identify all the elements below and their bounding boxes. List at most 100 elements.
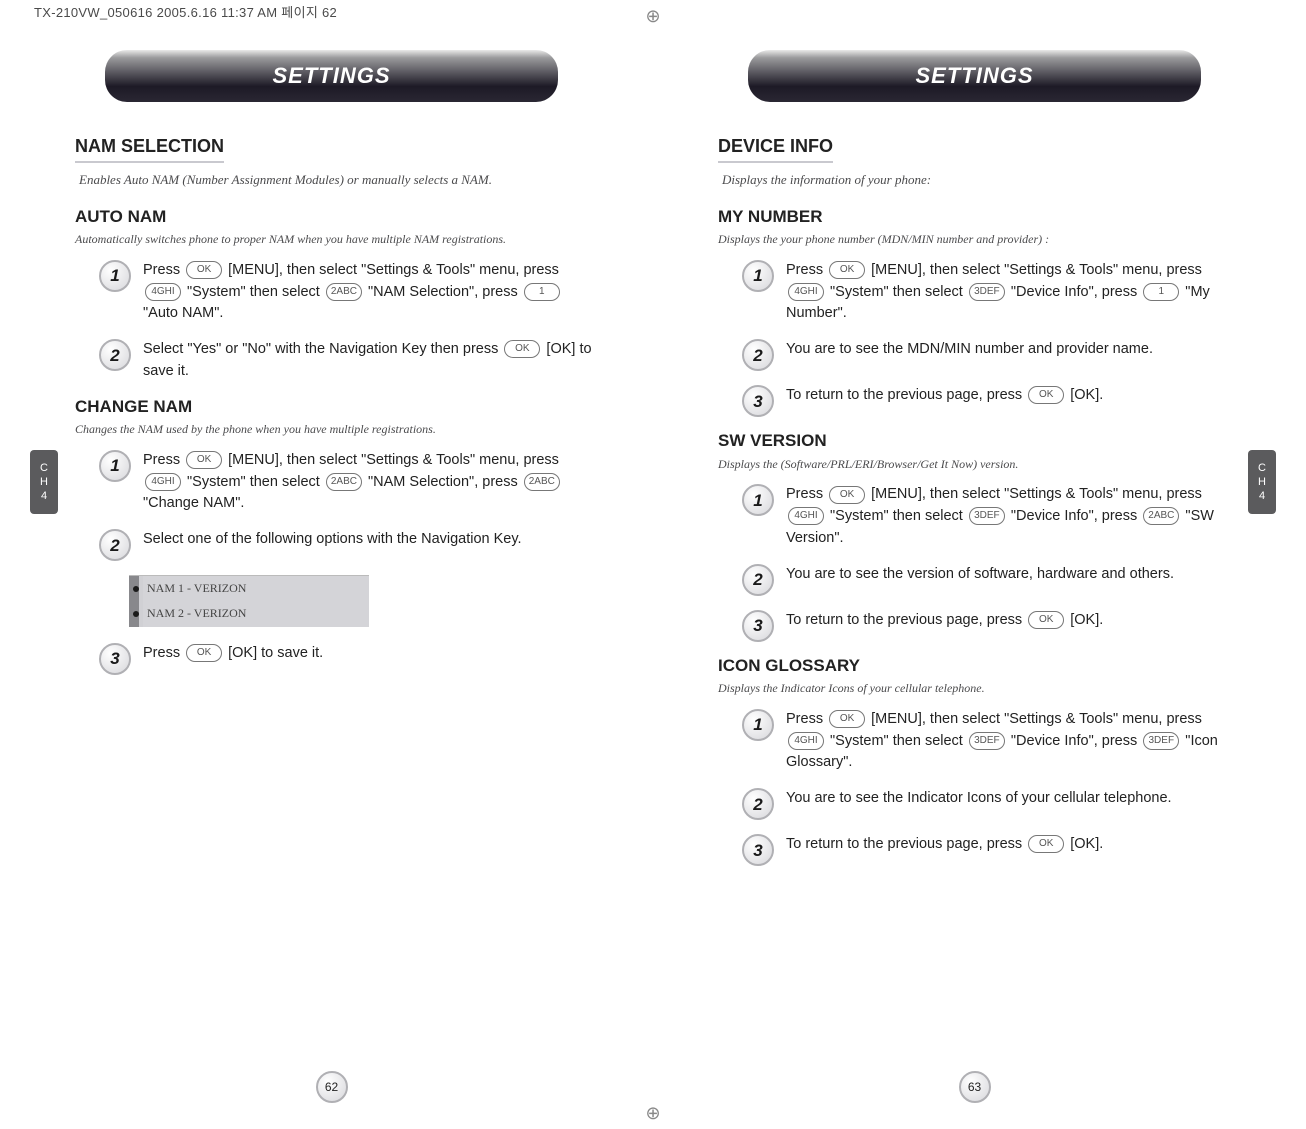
key-3-icon: 3DEF: [969, 732, 1005, 750]
page-left: C H 4 SETTINGS NAM SELECTION Enables Aut…: [30, 20, 633, 1129]
step: 2 You are to see the Indicator Icons of …: [742, 788, 1241, 820]
subhead-desc: Changes the NAM used by the phone when y…: [75, 421, 595, 438]
list-item: NAM 2 - VERIZON: [129, 601, 369, 626]
step-number-badge: 3: [742, 385, 774, 417]
step-text: To return to the previous page, press OK…: [786, 834, 1103, 856]
step: 3 To return to the previous page, press …: [742, 385, 1241, 417]
key-ok-icon: OK: [504, 340, 540, 358]
registration-mark-top: ⊕: [638, 6, 668, 26]
step: 2 You are to see the MDN/MIN number and …: [742, 339, 1241, 371]
step-text: Press OK [MENU], then select "Settings &…: [143, 450, 598, 515]
key-4-icon: 4GHI: [145, 473, 181, 491]
step: 2 Select "Yes" or "No" with the Navigati…: [99, 339, 598, 383]
key-ok-icon: OK: [1028, 835, 1064, 853]
key-3-icon: 3DEF: [969, 507, 1005, 525]
options-box: NAM 1 - VERIZON NAM 2 - VERIZON: [129, 575, 369, 626]
step-number-badge: 2: [742, 564, 774, 596]
step-text: Press OK [MENU], then select "Settings &…: [786, 709, 1241, 774]
step-number-badge: 3: [742, 834, 774, 866]
key-2-icon: 2ABC: [524, 473, 560, 491]
key-4-icon: 4GHI: [788, 507, 824, 525]
step-text: Press OK [MENU], then select "Settings &…: [786, 260, 1241, 325]
ch-letter: H: [30, 477, 58, 488]
key-ok-icon: OK: [1028, 611, 1064, 629]
subhead-desc: Displays the (Software/PRL/ERI/Browser/G…: [718, 456, 1238, 473]
step: 3 Press OK [OK] to save it.: [99, 643, 598, 675]
subhead-change-nam: CHANGE NAM: [75, 397, 598, 417]
subhead-my-number: MY NUMBER: [718, 207, 1241, 227]
step-number-badge: 1: [742, 260, 774, 292]
step: 1 Press OK [MENU], then select "Settings…: [742, 484, 1241, 549]
step-number-badge: 1: [99, 260, 131, 292]
step: 2 Select one of the following options wi…: [99, 529, 598, 561]
key-ok-icon: OK: [186, 644, 222, 662]
ch-number: 4: [1248, 491, 1276, 502]
section-title-nam-selection: NAM SELECTION: [75, 136, 224, 163]
step-number-badge: 3: [742, 610, 774, 642]
subhead-desc: Automatically switches phone to proper N…: [75, 231, 595, 248]
ch-number: 4: [30, 491, 58, 502]
key-4-icon: 4GHI: [788, 283, 824, 301]
section-desc: Enables Auto NAM (Number Assignment Modu…: [79, 171, 598, 189]
page-right: C H 4 SETTINGS DEVICE INFO Displays the …: [673, 20, 1276, 1129]
bullet-icon: [133, 586, 139, 592]
step-number-badge: 1: [742, 709, 774, 741]
subhead-desc: Displays the Indicator Icons of your cel…: [718, 680, 1238, 697]
ch-letter: H: [1248, 477, 1276, 488]
registration-mark-bottom: ⊕: [638, 1103, 668, 1123]
key-2-icon: 2ABC: [326, 283, 362, 301]
step: 1 Press OK [MENU], then select "Settings…: [742, 709, 1241, 774]
chapter-tab: C H 4: [30, 450, 58, 514]
page-header: SETTINGS: [105, 50, 558, 102]
section-desc: Displays the information of your phone:: [722, 171, 1241, 189]
step-text: Select "Yes" or "No" with the Navigation…: [143, 339, 598, 383]
key-1-icon: 1: [524, 283, 560, 301]
key-1-icon: 1: [1143, 283, 1179, 301]
key-3-icon: 3DEF: [969, 283, 1005, 301]
step-number-badge: 1: [742, 484, 774, 516]
chapter-tab: C H 4: [1248, 450, 1276, 514]
section-title-device-info: DEVICE INFO: [718, 136, 833, 163]
step-text: To return to the previous page, press OK…: [786, 385, 1103, 407]
key-ok-icon: OK: [186, 261, 222, 279]
key-ok-icon: OK: [829, 486, 865, 504]
step: 3 To return to the previous page, press …: [742, 834, 1241, 866]
manual-spread: TX-210VW_050616 2005.6.16 11:37 AM 페이지 6…: [0, 0, 1306, 1129]
step-number-badge: 2: [99, 529, 131, 561]
step-number-badge: 1: [99, 450, 131, 482]
ch-letter: C: [30, 463, 58, 474]
step-text: Press OK [MENU], then select "Settings &…: [143, 260, 598, 325]
step-text: You are to see the version of software, …: [786, 564, 1174, 586]
page-number: 63: [959, 1071, 991, 1103]
key-4-icon: 4GHI: [145, 283, 181, 301]
key-ok-icon: OK: [1028, 386, 1064, 404]
subhead-icon-glossary: ICON GLOSSARY: [718, 656, 1241, 676]
key-2-icon: 2ABC: [1143, 507, 1179, 525]
key-3-icon: 3DEF: [1143, 732, 1179, 750]
page-number: 62: [316, 1071, 348, 1103]
step-number-badge: 3: [99, 643, 131, 675]
key-ok-icon: OK: [829, 710, 865, 728]
step: 1 Press OK [MENU], then select "Settings…: [742, 260, 1241, 325]
key-4-icon: 4GHI: [788, 732, 824, 750]
bullet-icon: [133, 611, 139, 617]
step-number-badge: 2: [742, 788, 774, 820]
key-ok-icon: OK: [829, 261, 865, 279]
subhead-sw-version: SW VERSION: [718, 431, 1241, 451]
step-number-badge: 2: [99, 339, 131, 371]
print-meta: TX-210VW_050616 2005.6.16 11:37 AM 페이지 6…: [34, 6, 337, 19]
step: 2 You are to see the version of software…: [742, 564, 1241, 596]
step: 3 To return to the previous page, press …: [742, 610, 1241, 642]
step-text: Select one of the following options with…: [143, 529, 522, 551]
step-text: To return to the previous page, press OK…: [786, 610, 1103, 632]
list-item: NAM 1 - VERIZON: [129, 575, 369, 601]
step: 1 Press OK [MENU], then select "Settings…: [99, 260, 598, 325]
step-number-badge: 2: [742, 339, 774, 371]
key-2-icon: 2ABC: [326, 473, 362, 491]
ch-letter: C: [1248, 463, 1276, 474]
step-text: You are to see the Indicator Icons of yo…: [786, 788, 1172, 810]
key-ok-icon: OK: [186, 451, 222, 469]
step: 1 Press OK [MENU], then select "Settings…: [99, 450, 598, 515]
subhead-desc: Displays the your phone number (MDN/MIN …: [718, 231, 1238, 248]
step-text: You are to see the MDN/MIN number and pr…: [786, 339, 1153, 361]
